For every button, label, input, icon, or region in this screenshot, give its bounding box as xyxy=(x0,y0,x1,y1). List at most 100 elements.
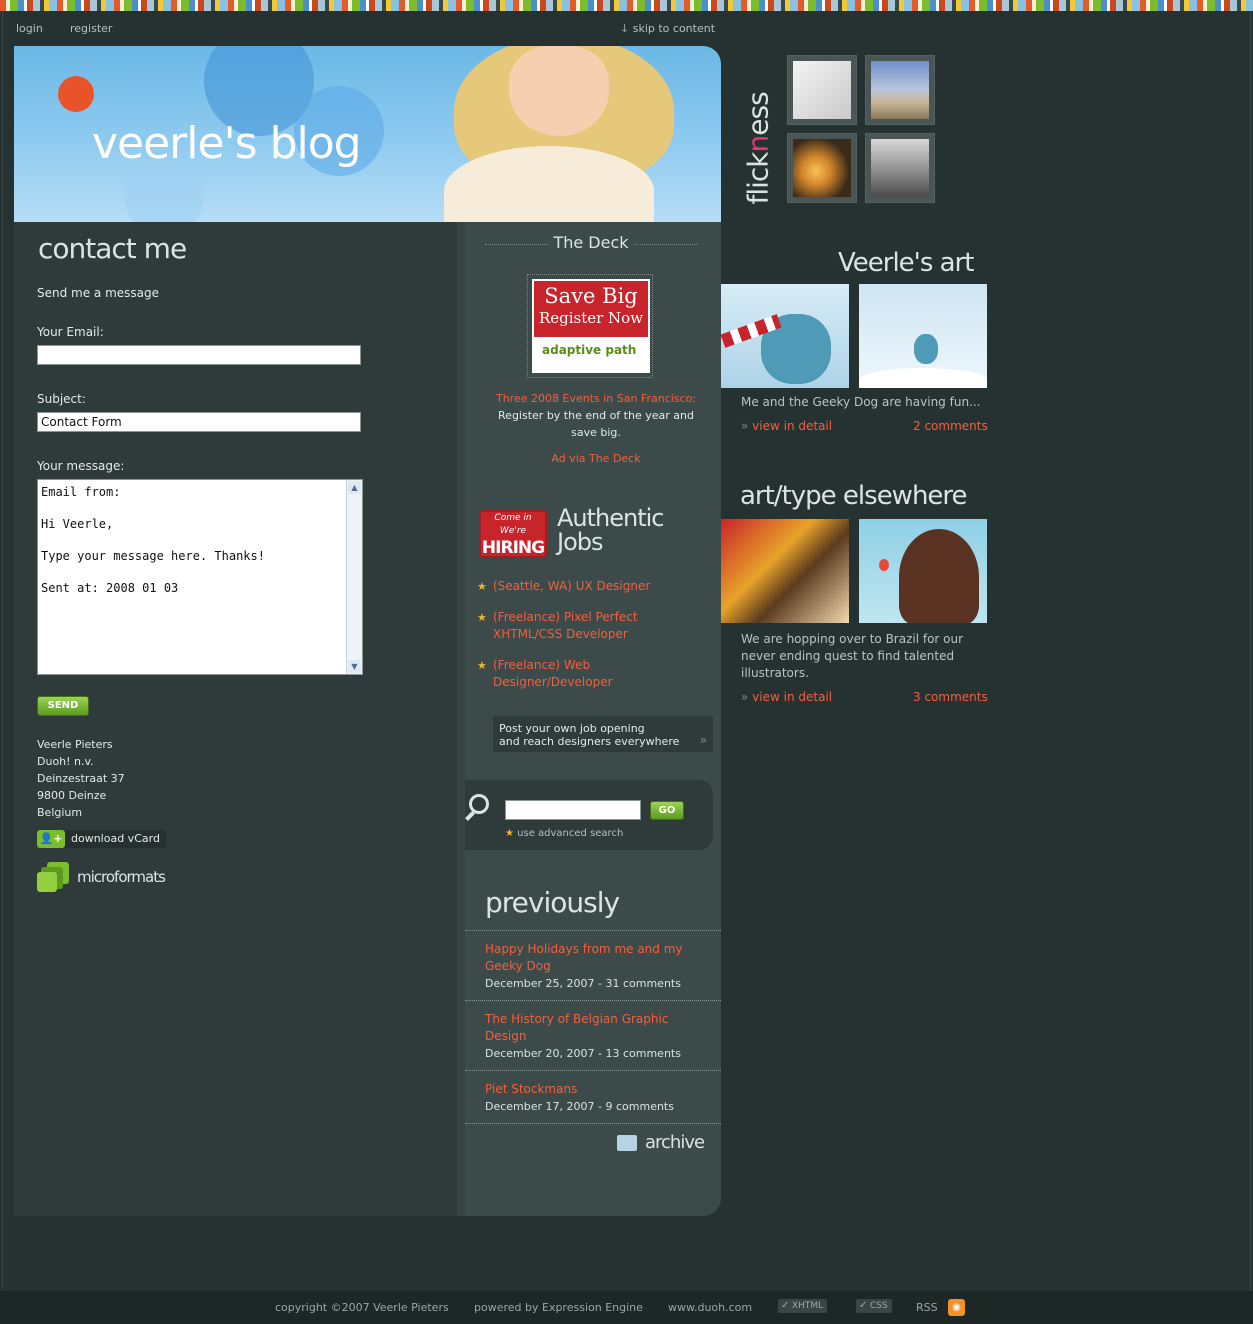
site-link[interactable]: www.duoh.com xyxy=(668,1301,752,1314)
post-job-line2: and reach designers everywhere xyxy=(499,735,680,748)
hiring-badge-small: Come in We're xyxy=(494,513,532,536)
authentic-jobs-line1: Authentic xyxy=(557,504,664,532)
deck-ad-link[interactable]: Three 2008 Events in San Francisco: xyxy=(485,390,707,407)
elsewhere-comments-link[interactable]: 3 comments xyxy=(913,690,988,704)
address-line: Belgium xyxy=(37,806,83,819)
star-icon: ★ xyxy=(477,659,487,672)
message-textarea[interactable]: Email from: Hi Veerle, Type your message… xyxy=(37,479,363,675)
job-title[interactable]: (Seattle, WA) UX Designer xyxy=(493,579,650,593)
powered-by-link[interactable]: powered by Expression Engine xyxy=(474,1301,643,1314)
elsewhere-image-creature[interactable] xyxy=(859,519,987,623)
xhtml-badge[interactable]: XHTML xyxy=(778,1299,828,1313)
site-footer: copyright ©2007 Veerle Pieters powered b… xyxy=(0,1291,1253,1324)
address-line: 9800 Deinze xyxy=(37,789,107,802)
deck-ad-copy: Register by the end of the year and save… xyxy=(498,409,694,439)
flickr-thumbnail[interactable] xyxy=(787,133,857,203)
hiring-badge-big: HIRING xyxy=(481,538,545,558)
job-list: ★ (Seattle, WA) UX Designer ★ (Freelance) … xyxy=(477,578,707,705)
post-job-link[interactable]: Post your own job opening and reach desi… xyxy=(493,716,713,752)
flickr-thumbnail[interactable] xyxy=(865,55,935,125)
css-badge[interactable]: CSS xyxy=(856,1299,892,1313)
magnifier-handle xyxy=(465,811,475,821)
ad-banner: Save Big Register Now adaptive path xyxy=(532,279,650,373)
ad-subline: Register Now xyxy=(538,309,644,327)
post-link[interactable]: Happy Holidays from me and my Geeky Dog xyxy=(485,941,701,975)
subject-field[interactable] xyxy=(37,412,361,432)
search-input[interactable] xyxy=(505,800,641,820)
job-item[interactable]: ★ (Seattle, WA) UX Designer xyxy=(477,578,707,595)
microformats-label: microformats xyxy=(77,868,166,886)
register-link[interactable]: register xyxy=(70,22,112,35)
intro-text: Send me a message xyxy=(37,286,160,300)
blog-title[interactable]: veerle's blog xyxy=(92,118,362,169)
flickrness-label: flickness xyxy=(738,52,775,204)
send-button[interactable]: SEND xyxy=(37,696,89,716)
email-label: Your Email: xyxy=(37,325,104,339)
archive-label: archive xyxy=(645,1132,705,1153)
postal-address: Veerle Pieters Duoh! n.v. Deinzestraat 3… xyxy=(37,736,125,821)
email-field[interactable] xyxy=(37,345,361,365)
go-button[interactable]: GO xyxy=(650,801,684,820)
ad-via-deck-link[interactable]: Ad via The Deck xyxy=(485,452,707,465)
authentic-jobs-line2: Jobs xyxy=(557,528,603,556)
art-view-detail-link[interactable]: view in detail xyxy=(741,419,832,433)
elsewhere-caption: We are hopping over to Brazil for our ne… xyxy=(741,632,964,680)
flickrness-text: flickness xyxy=(741,92,775,205)
page-title: contact me xyxy=(38,232,187,265)
message-label: Your message: xyxy=(37,459,125,473)
site-header: veerle's blog home about archive contact… xyxy=(14,46,721,222)
post-link[interactable]: The History of Belgian Graphic Design xyxy=(485,1011,701,1045)
download-vcard-button[interactable]: 👤+ download vCard xyxy=(37,830,166,848)
address-line: Duoh! n.v. xyxy=(37,755,94,768)
job-title[interactable]: (Freelance) Web Designer/Developer xyxy=(493,658,613,689)
flickr-thumbnail[interactable] xyxy=(865,133,935,203)
art-image-geeky-dog[interactable] xyxy=(721,284,849,388)
illustration-face xyxy=(509,46,609,136)
rss-label[interactable]: RSS xyxy=(916,1301,938,1314)
previously-heading: previously xyxy=(485,886,620,919)
ad-headline: Save Big xyxy=(544,284,638,308)
art-image-happy-holidays[interactable] xyxy=(859,284,987,388)
subject-label: Subject: xyxy=(37,392,86,406)
folder-icon xyxy=(617,1134,637,1151)
post-job-line1: Post your own job opening xyxy=(499,722,645,735)
add-user-icon: 👤+ xyxy=(37,830,65,848)
veerles-art-heading: Veerle's art xyxy=(838,248,974,278)
ad-brand: adaptive path xyxy=(542,343,637,357)
archive-link[interactable]: archive xyxy=(617,1132,705,1153)
scroll-up-icon[interactable]: ▲ xyxy=(348,481,361,494)
copyright-text: copyright ©2007 Veerle Pieters xyxy=(275,1301,449,1314)
previous-posts-list: Happy Holidays from me and my Geeky Dog … xyxy=(465,930,721,1124)
star-icon: ★ xyxy=(477,580,487,593)
post-meta: December 25, 2007 - 31 comments xyxy=(485,977,681,990)
art-type-elsewhere-heading: art/type elsewhere xyxy=(740,481,968,511)
job-item[interactable]: ★ (Freelance) Web Designer/Developer xyxy=(477,657,707,691)
advanced-search-link[interactable]: use advanced search xyxy=(505,828,623,839)
microformats-logo[interactable]: microformats xyxy=(37,862,166,892)
address-line: Veerle Pieters xyxy=(37,738,113,751)
address-line: Deinzestraat 37 xyxy=(37,772,125,785)
job-title[interactable]: (Freelance) Pixel Perfect XHTML/CSS Deve… xyxy=(493,610,638,641)
main-content: contact me Send me a message Your Email:… xyxy=(14,222,721,1216)
deck-ad[interactable]: Save Big Register Now adaptive path xyxy=(527,274,653,378)
rss-icon[interactable]: ◉ xyxy=(948,1299,965,1316)
vcard-label: download vCard xyxy=(71,832,160,845)
authentic-jobs-title[interactable]: Authentic Jobs xyxy=(557,506,664,554)
list-item: The History of Belgian Graphic Design De… xyxy=(465,1001,721,1071)
scroll-down-icon[interactable]: ▼ xyxy=(348,660,361,673)
textarea-scrollbar[interactable]: ▲ ▼ xyxy=(346,480,362,674)
flickr-thumbnail[interactable] xyxy=(787,55,857,125)
elsewhere-view-detail-link[interactable]: view in detail xyxy=(741,690,832,704)
hiring-badge[interactable]: Come in We're HIRING xyxy=(479,510,547,558)
search-panel: GO use advanced search xyxy=(465,780,713,850)
skip-to-content-link[interactable]: skip to content xyxy=(633,22,715,35)
login-link[interactable]: login xyxy=(16,22,43,35)
job-item[interactable]: ★ (Freelance) Pixel Perfect XHTML/CSS Dev… xyxy=(477,609,707,643)
ad-red-panel: Save Big Register Now xyxy=(534,281,648,337)
post-link[interactable]: Piet Stockmans xyxy=(485,1081,701,1098)
art-comments-link[interactable]: 2 comments xyxy=(913,419,988,433)
elsewhere-image-swirls[interactable] xyxy=(721,519,849,623)
deck-heading: The Deck xyxy=(485,233,697,252)
message-text[interactable]: Email from: Hi Veerle, Type your message… xyxy=(41,484,341,596)
star-icon: ★ xyxy=(477,611,487,624)
